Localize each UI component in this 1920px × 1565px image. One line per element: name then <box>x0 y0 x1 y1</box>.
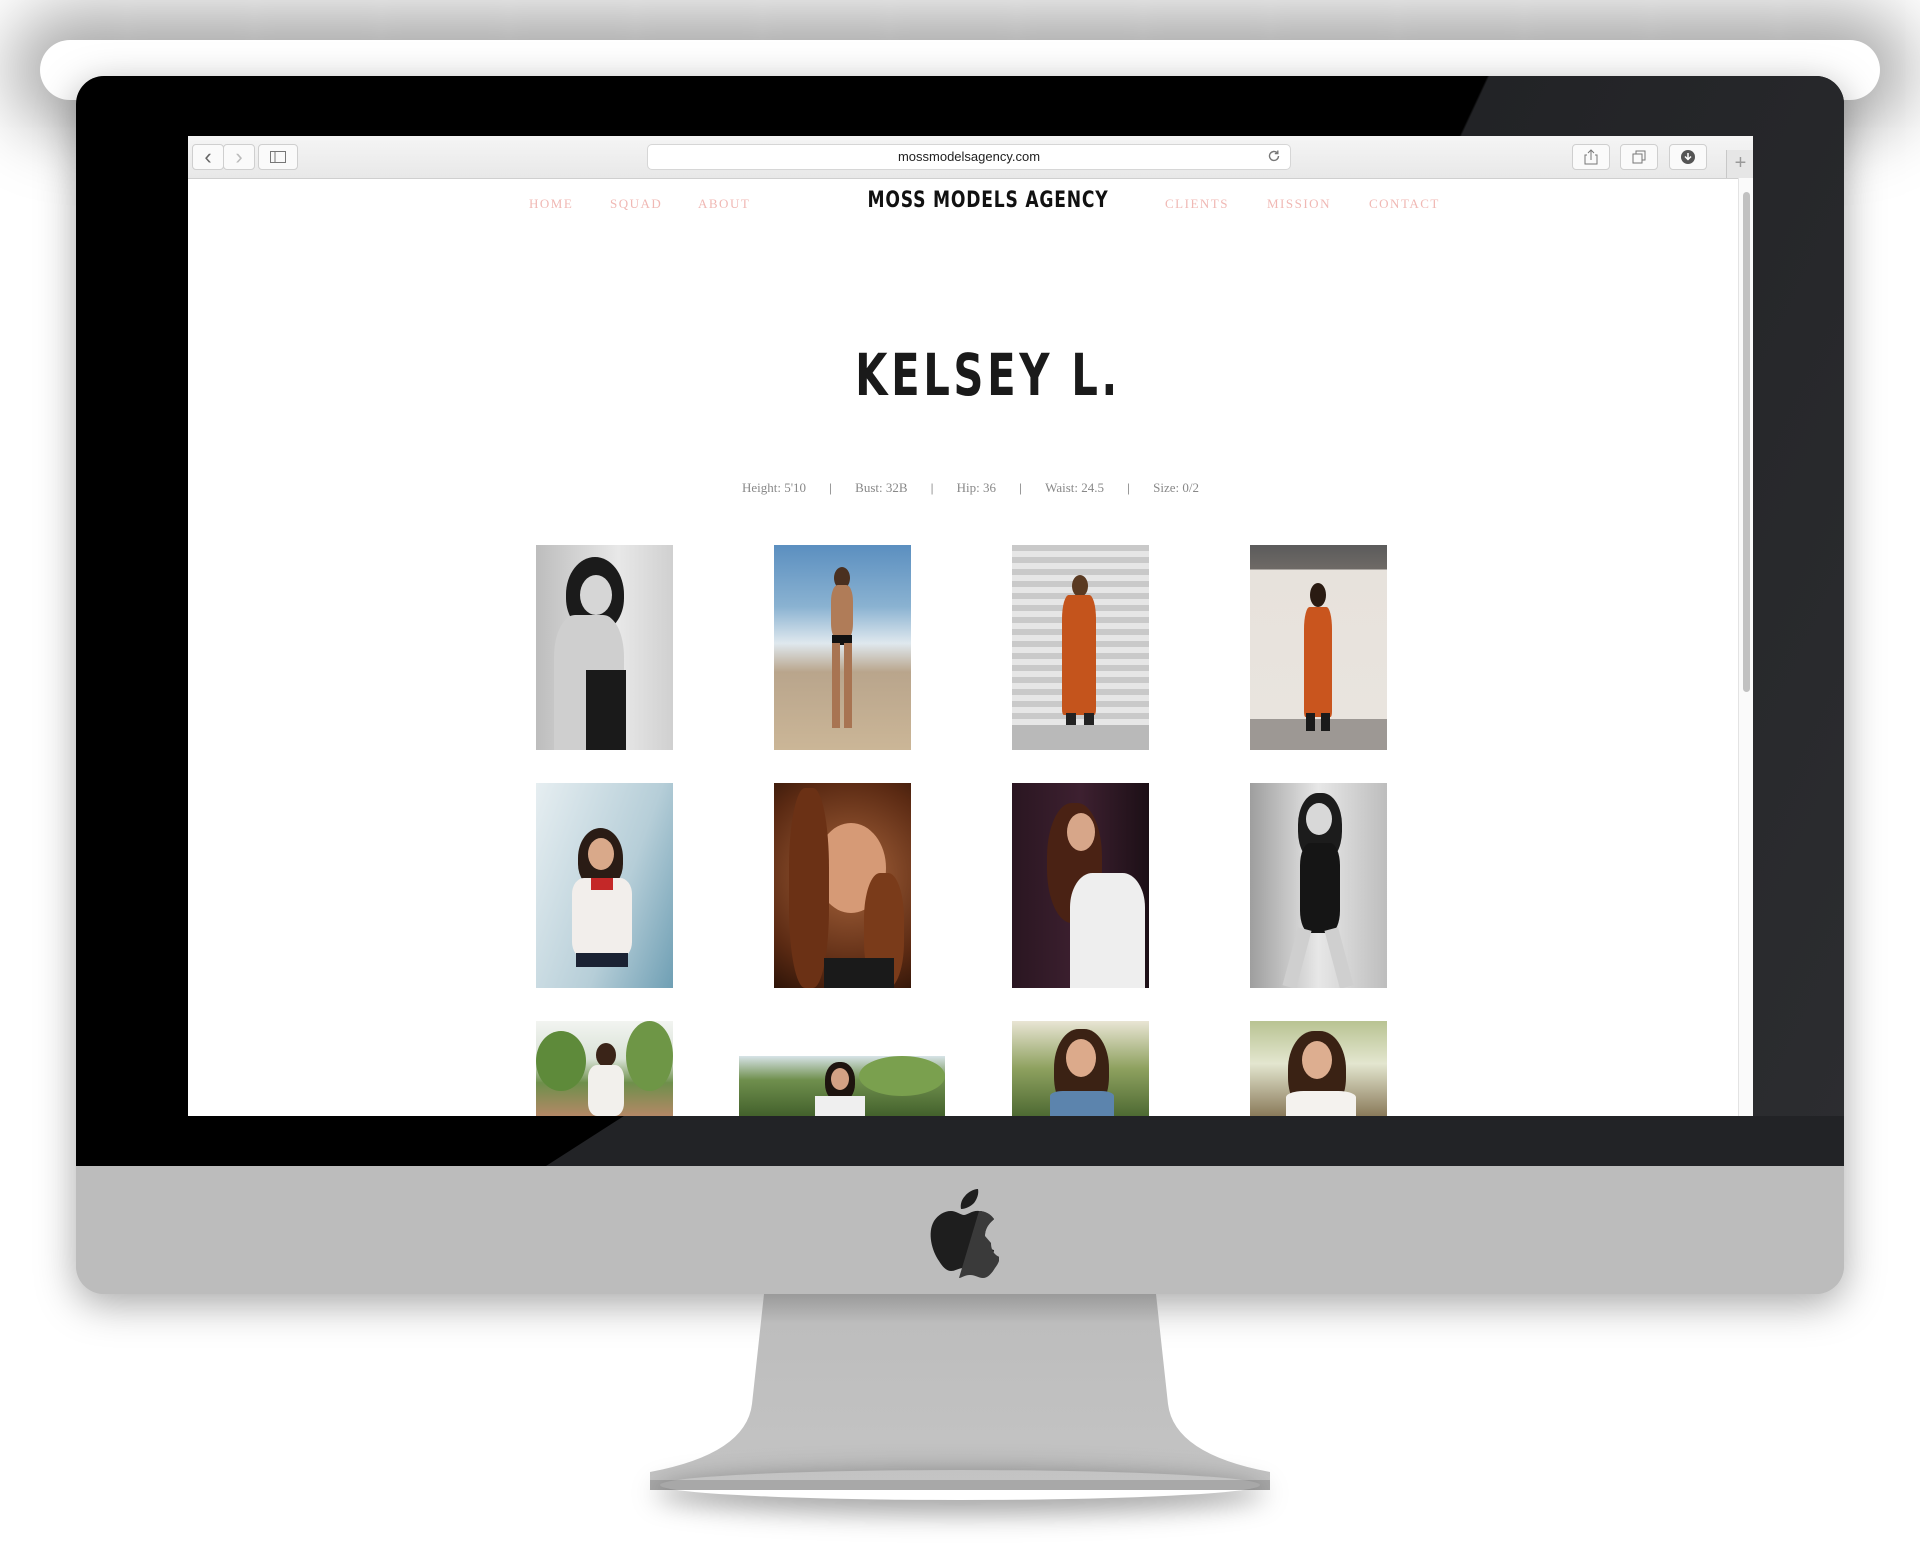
gallery-photo-bw-bodysuit[interactable] <box>1250 783 1387 988</box>
stat-separator: | <box>1019 480 1022 495</box>
forward-button[interactable]: › <box>223 144 255 170</box>
stat-height: Height: 5'10 <box>741 480 807 495</box>
nav-about[interactable]: ABOUT <box>698 196 750 212</box>
browser-toolbar: ‹ › mossmodelsagency.com <box>188 136 1753 179</box>
new-tab-button[interactable]: + <box>1726 150 1753 178</box>
stat-waist: Waist: 24.5 <box>1045 480 1105 495</box>
download-icon <box>1681 150 1695 164</box>
gallery-photo-white-top-smile[interactable] <box>1250 1021 1387 1116</box>
nav-clients[interactable]: CLIENTS <box>1165 196 1229 212</box>
gallery-photo-palm-trees[interactable] <box>536 1021 673 1116</box>
brand-logo[interactable]: MOSS MODELS AGENCY <box>840 188 1136 213</box>
address-bar[interactable]: mossmodelsagency.com <box>647 144 1291 170</box>
browser-window: ‹ › mossmodelsagency.com + HOME SQUAD AB… <box>188 136 1753 1116</box>
stat-bust: Bust: 32B <box>855 480 908 495</box>
model-name: KELSEY L. <box>855 341 1121 409</box>
model-stats: Height: 5'10 | Bust: 32B | Hip: 36 | Wai… <box>188 480 1753 496</box>
share-button[interactable] <box>1572 144 1610 170</box>
nav-home[interactable]: HOME <box>529 196 573 212</box>
sidebar-icon <box>270 151 286 163</box>
back-button[interactable]: ‹ <box>192 144 224 170</box>
gallery-photo-white-tee-profile[interactable] <box>1012 783 1149 988</box>
gallery-photo-bw-portrait[interactable] <box>536 545 673 750</box>
imac-stand <box>650 1294 1270 1490</box>
gallery-photo-denim-shirt[interactable] <box>1012 1021 1149 1116</box>
gallery-photo-beach-swimsuit[interactable] <box>774 545 911 750</box>
gallery-photo-orange-jumpsuit-shutter[interactable] <box>1012 545 1149 750</box>
stat-size: Size: 0/2 <box>1153 480 1200 495</box>
apple-logo-icon <box>930 1189 999 1278</box>
nav-mission[interactable]: MISSION <box>1267 196 1331 212</box>
share-icon <box>1584 149 1598 165</box>
gallery-photo-closeup-portrait[interactable] <box>774 783 911 988</box>
gallery-photo-laughing-tee[interactable] <box>536 783 673 988</box>
tabs-button[interactable] <box>1620 144 1658 170</box>
tabs-icon <box>1632 150 1646 164</box>
url-text: mossmodelsagency.com <box>897 149 1041 164</box>
scrollbar-thumb[interactable] <box>1743 192 1750 692</box>
reload-icon[interactable] <box>1266 148 1282 164</box>
stat-separator: | <box>930 480 934 495</box>
gallery-photo-palm-garden[interactable] <box>739 1056 945 1116</box>
nav-contact[interactable]: CONTACT <box>1369 196 1440 212</box>
stat-hip: Hip: 36 <box>956 480 997 495</box>
stat-separator: | <box>1127 480 1130 495</box>
bezel-bottom-glare <box>546 1116 1844 1166</box>
nav-squad[interactable]: SQUAD <box>610 196 662 212</box>
stand-shadow <box>660 1470 1260 1500</box>
back-icon: ‹ <box>204 144 212 169</box>
gallery-photo-orange-jumpsuit-wall[interactable] <box>1250 545 1387 750</box>
forward-icon: › <box>235 144 243 169</box>
sidebar-button[interactable] <box>258 144 298 170</box>
stat-separator: | <box>829 480 832 495</box>
page-scrollbar[interactable] <box>1738 178 1753 1116</box>
downloads-button[interactable] <box>1669 144 1707 170</box>
